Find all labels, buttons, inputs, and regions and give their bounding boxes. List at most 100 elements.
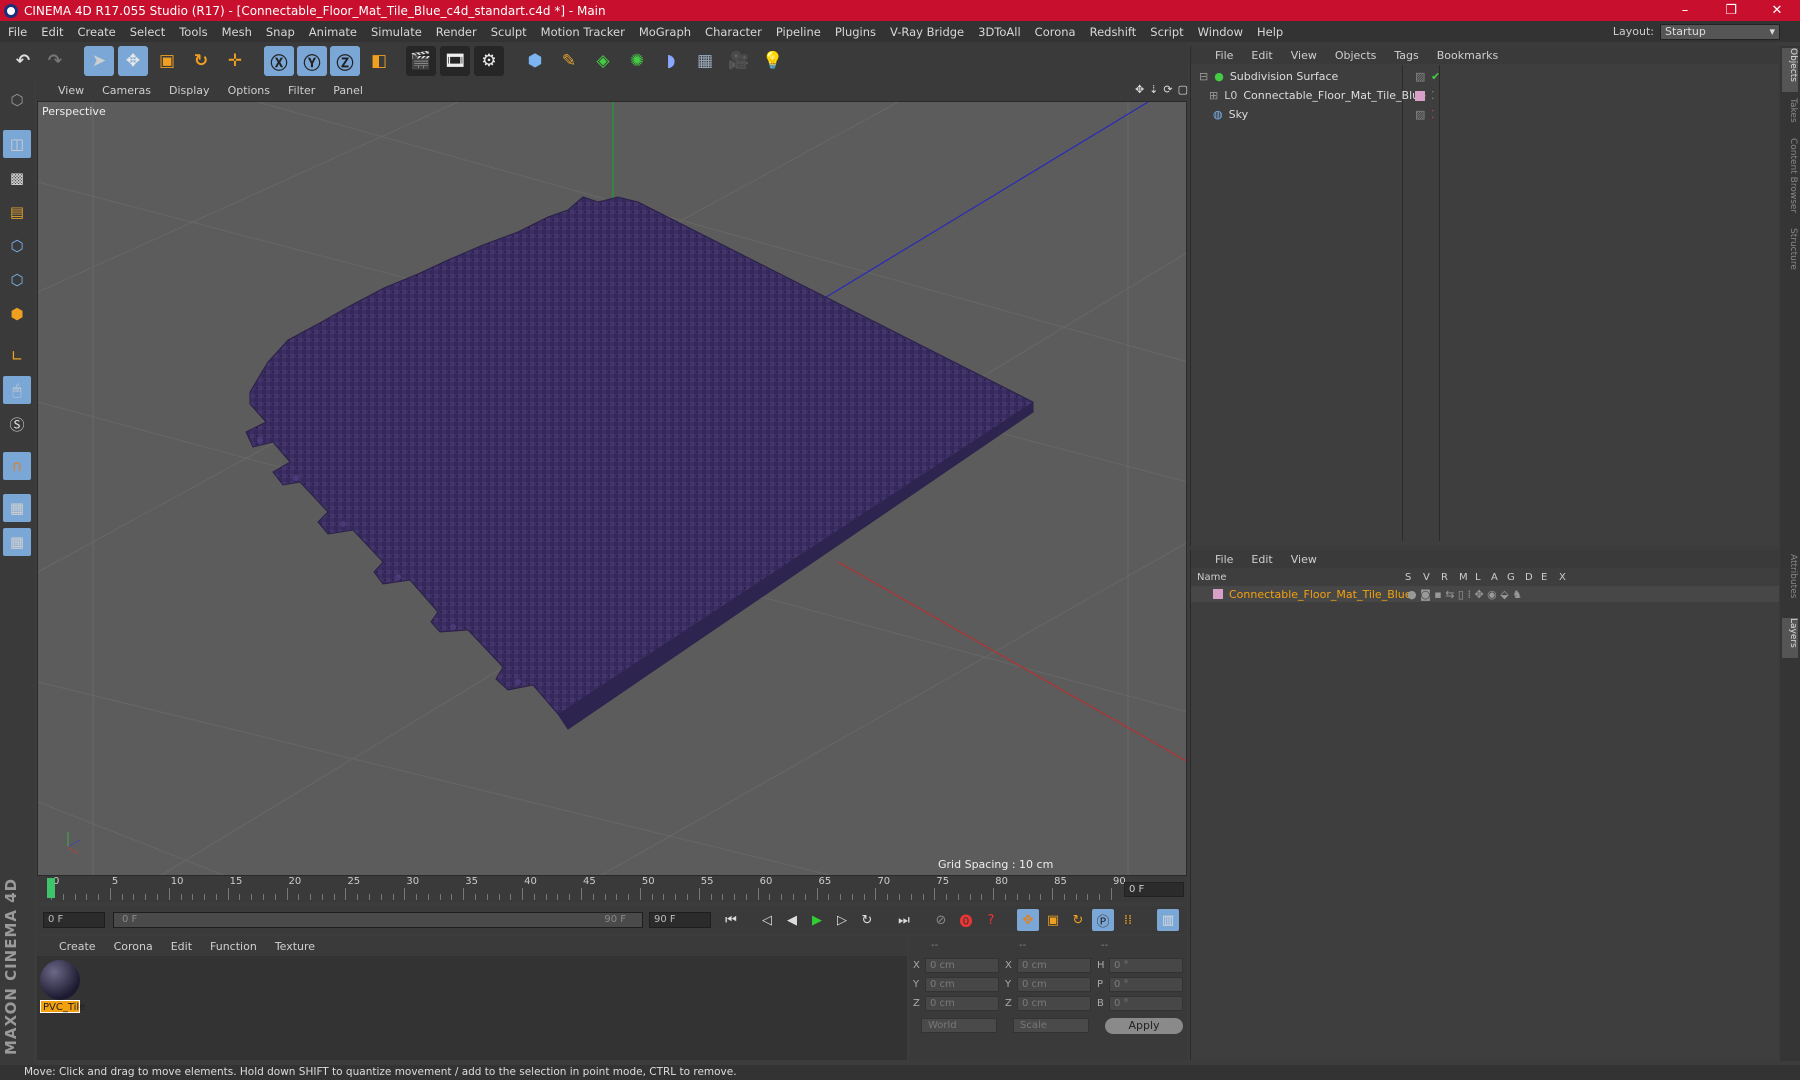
rot-h-field[interactable]: 0 ° — [1109, 958, 1183, 973]
next-key-icon[interactable]: ↻ — [856, 909, 878, 931]
menu-animate[interactable]: Animate — [309, 25, 357, 39]
menu-plugins[interactable]: Plugins — [835, 25, 876, 39]
menu-sculpt[interactable]: Sculpt — [491, 25, 527, 39]
objects-menu-edit[interactable]: Edit — [1251, 49, 1272, 62]
pos-x-field[interactable]: 0 cm — [925, 958, 999, 973]
enabled-check-icon[interactable]: ✔ — [1431, 70, 1440, 83]
menu-simulate[interactable]: Simulate — [371, 25, 422, 39]
col-solo[interactable]: S — [1405, 572, 1411, 583]
minimize-button[interactable]: – — [1662, 3, 1708, 18]
material-menu-texture[interactable]: Texture — [275, 940, 315, 953]
objects-menu-bookmarks[interactable]: Bookmarks — [1437, 49, 1498, 62]
objects-menu-view[interactable]: View — [1291, 49, 1317, 62]
material-menu-corona[interactable]: Corona — [114, 940, 153, 953]
tab-takes[interactable]: Takes — [1782, 98, 1798, 132]
texture-mode-icon[interactable]: ▩ — [3, 164, 31, 192]
move-tool-icon[interactable]: ✥ — [118, 46, 148, 76]
tab-content-browser[interactable]: Content Browser — [1782, 138, 1798, 222]
auto-keying-icon[interactable]: ⓿ — [955, 909, 977, 931]
polygons-mode-icon[interactable]: ⬢ — [3, 300, 31, 328]
snap-icon[interactable]: Ⓢ — [3, 410, 31, 438]
col-locked[interactable]: L — [1475, 572, 1481, 583]
go-to-start-icon[interactable]: ⏮ — [720, 909, 742, 931]
layers-menu-view[interactable]: View — [1291, 553, 1317, 566]
key-parameter-icon[interactable]: Ⓟ — [1092, 909, 1114, 931]
menu-pipeline[interactable]: Pipeline — [776, 25, 821, 39]
transform-mode-dropdown[interactable]: Scale — [1013, 1018, 1089, 1033]
viewport-menu-display[interactable]: Display — [169, 84, 210, 97]
object-row-floor-mat[interactable]: ⊞ L0 Connectable_Floor_Mat_Tile_Blue ⁚ — [1209, 87, 1435, 104]
previous-key-icon[interactable]: ◁ — [756, 909, 778, 931]
rot-p-field[interactable]: 0 ° — [1109, 977, 1183, 992]
menu-3dtoall[interactable]: 3DToAll — [978, 25, 1021, 39]
rotate-tool-icon[interactable]: ↻ — [186, 46, 216, 76]
menu-create[interactable]: Create — [78, 25, 116, 39]
menu-mesh[interactable]: Mesh — [222, 25, 252, 39]
cube-object-icon[interactable]: ⬢ — [520, 46, 550, 76]
workplane-grid-icon[interactable]: ▦ — [3, 528, 31, 556]
playhead[interactable] — [47, 878, 55, 898]
floor-mat-tile[interactable] — [245, 196, 1034, 730]
material-menu-function[interactable]: Function — [210, 940, 257, 953]
keyframe-selection-icon[interactable]: ? — [980, 909, 1002, 931]
render-picture-viewer-icon[interactable]: 🎞 — [440, 46, 470, 76]
menu-mograph[interactable]: MoGraph — [639, 25, 691, 39]
pos-y-field[interactable]: 0 cm — [925, 977, 999, 992]
col-xref[interactable]: X — [1559, 572, 1566, 583]
objects-menu-tags[interactable]: Tags — [1394, 49, 1418, 62]
coordinate-mode-dropdown[interactable]: World — [921, 1018, 997, 1033]
layer-toggle-icons[interactable]: ● ◙ ▪ ⇆ ▯ ⁞ ✥ ◉ ⬙ ♞ — [1407, 588, 1522, 601]
layer-color-swatch[interactable] — [1213, 589, 1223, 599]
points-mode-icon[interactable]: ⬡ — [3, 232, 31, 260]
menu-window[interactable]: Window — [1198, 25, 1243, 39]
edges-mode-icon[interactable]: ⬡ — [3, 266, 31, 294]
menu-tools[interactable]: Tools — [179, 25, 207, 39]
y-axis-icon[interactable]: Ⓨ — [297, 46, 327, 76]
menu-file[interactable]: File — [8, 25, 27, 39]
object-row-subdivision-surface[interactable]: ⊟ ● Subdivision Surface ▨ ✔ — [1199, 68, 1440, 85]
menu-redshift[interactable]: Redshift — [1090, 25, 1137, 39]
size-x-field[interactable]: 0 cm — [1017, 958, 1091, 973]
col-view[interactable]: V — [1423, 572, 1430, 583]
menu-help[interactable]: Help — [1257, 25, 1283, 39]
col-deformers[interactable]: D — [1525, 572, 1533, 583]
viewport-menu-panel[interactable]: Panel — [333, 84, 363, 97]
objects-menu-file[interactable]: File — [1215, 49, 1233, 62]
layers-menu-file[interactable]: File — [1215, 553, 1233, 566]
menu-edit[interactable]: Edit — [41, 25, 63, 39]
undo-icon[interactable]: ↶ — [8, 46, 38, 76]
layer-name[interactable]: Connectable_Floor_Mat_Tile_Blue — [1229, 588, 1412, 601]
next-frame-icon[interactable]: ▷ — [831, 909, 853, 931]
make-editable-icon[interactable]: ⬡ — [3, 86, 31, 114]
collapse-icon[interactable]: ⊟ — [1199, 70, 1208, 83]
col-expressions[interactable]: E — [1541, 572, 1547, 583]
z-axis-icon[interactable]: Ⓩ — [330, 46, 360, 76]
menu-motion-tracker[interactable]: Motion Tracker — [541, 25, 625, 39]
pos-z-field[interactable]: 0 cm — [925, 996, 999, 1011]
tab-structure[interactable]: Structure — [1782, 228, 1798, 282]
previous-frame-icon[interactable]: ◀ — [781, 909, 803, 931]
visibility-dots-icon[interactable]: ⁚ — [1431, 108, 1435, 121]
scale-tool-icon[interactable]: ▣ — [152, 46, 182, 76]
viewport-maximize-icon[interactable]: ▢ — [1178, 83, 1188, 96]
layout-dropdown[interactable]: Startup — [1660, 23, 1780, 40]
size-y-field[interactable]: 0 cm — [1017, 977, 1091, 992]
objects-menu-objects[interactable]: Objects — [1335, 49, 1377, 62]
perspective-viewport[interactable]: Perspective Grid Spacing : 10 cm — [37, 101, 1187, 876]
col-manager[interactable]: M — [1459, 572, 1468, 583]
menu-corona[interactable]: Corona — [1035, 25, 1076, 39]
menu-vray-bridge[interactable]: V-Ray Bridge — [890, 25, 964, 39]
axis-mode-icon[interactable]: ∟ — [3, 342, 31, 370]
coordinate-system-icon[interactable]: ◧ — [364, 46, 394, 76]
render-view-icon[interactable]: 🎬 — [406, 46, 436, 76]
record-keys-icon[interactable]: ⊘ — [930, 909, 952, 931]
rot-b-field[interactable]: 0 ° — [1109, 996, 1183, 1011]
menu-character[interactable]: Character — [705, 25, 762, 39]
subdivision-surface-icon[interactable]: ◈ — [588, 46, 618, 76]
viewport-dolly-icon[interactable]: ⇣ — [1149, 83, 1158, 96]
tweak-mode-icon[interactable]: 🖱 — [3, 376, 31, 404]
key-rotation-icon[interactable]: ↻ — [1067, 909, 1089, 931]
expand-icon[interactable]: ⊞ — [1209, 89, 1218, 102]
redo-icon[interactable]: ↷ — [40, 46, 70, 76]
tab-layers[interactable]: Layers — [1782, 618, 1798, 658]
